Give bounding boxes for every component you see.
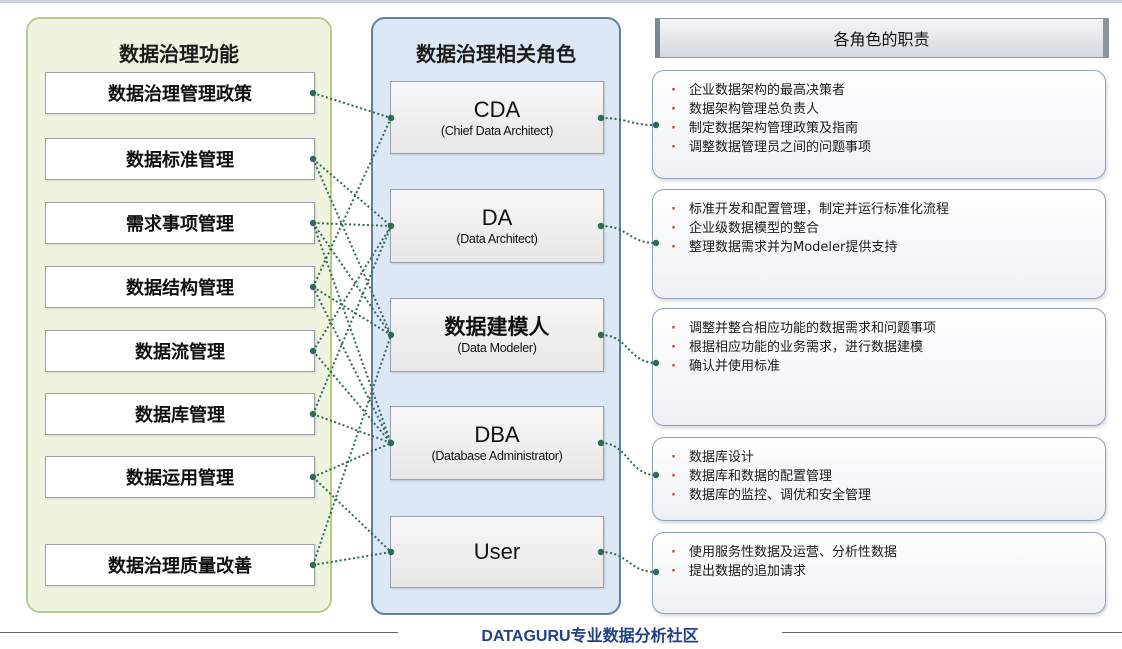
function-label: 数据运用管理 xyxy=(126,468,234,489)
top-border xyxy=(0,0,1122,3)
role-fullname: (Data Architect) xyxy=(456,232,538,246)
function-box-structure: 数据结构管理 xyxy=(45,266,315,308)
responsibility-item: 企业数据架构的最高决策者 xyxy=(671,81,1095,100)
responsibility-item: 数据库的监控、调优和安全管理 xyxy=(671,486,1095,505)
responsibility-item: 制定数据架构管理政策及指南 xyxy=(671,119,1095,138)
footer-text: DATAGURU专业数据分析社区 xyxy=(481,628,699,645)
responsibility-item: 标准开发和配置管理，制定并运行标准化流程 xyxy=(671,200,1095,219)
roles-title: 数据治理相关角色 xyxy=(416,42,576,66)
function-label: 需求事项管理 xyxy=(126,214,234,235)
responsibility-item: 调整数据管理员之间的问题事项 xyxy=(671,138,1095,157)
role-fullname: (Database Administrator) xyxy=(431,449,563,463)
role-name: User xyxy=(473,539,521,564)
role-box-user: User xyxy=(390,516,604,588)
responsibility-item: 调整并整合相应功能的数据需求和问题事项 xyxy=(671,319,1095,338)
function-box-usage: 数据运用管理 xyxy=(45,456,315,498)
function-box-quality: 数据治理质量改善 xyxy=(45,544,315,586)
function-box-requirement: 需求事项管理 xyxy=(45,202,315,244)
function-box-database: 数据库管理 xyxy=(45,393,315,435)
responsibility-item: 企业级数据模型的整合 xyxy=(671,219,1095,238)
function-label: 数据治理质量改善 xyxy=(108,556,252,577)
responsibility-item: 提出数据的追加请求 xyxy=(671,562,1095,581)
function-label: 数据标准管理 xyxy=(126,150,234,171)
role-box-da: DA (Data Architect) xyxy=(390,189,604,263)
role-fullname: (Chief Data Architect) xyxy=(440,123,554,138)
responsibility-box-user: 使用服务性数据及运营、分析性数据 提出数据的追加请求 xyxy=(652,532,1106,614)
function-label: 数据流管理 xyxy=(135,342,225,363)
role-name: DA xyxy=(481,205,513,230)
footer-divider-right xyxy=(782,632,1122,633)
responsibility-item: 数据库和数据的配置管理 xyxy=(671,467,1095,486)
responsibility-item: 根据相应功能的业务需求，进行数据建模 xyxy=(671,338,1095,357)
role-fullname: (Data Modeler) xyxy=(457,341,537,355)
role-box-modeler: 数据建模人 (Data Modeler) xyxy=(390,298,604,372)
responsibility-box-da: 标准开发和配置管理，制定并运行标准化流程 企业级数据模型的整合 整理数据需求并为… xyxy=(652,189,1106,299)
responsibilities-header: 各角色的职责 xyxy=(655,18,1109,58)
function-box-policy: 数据治理管理政策 xyxy=(45,72,315,114)
responsibility-item: 数据库设计 xyxy=(671,448,1095,467)
function-box-standard: 数据标准管理 xyxy=(45,138,315,180)
role-name: DBA xyxy=(474,422,520,447)
responsibility-item: 数据架构管理总负责人 xyxy=(671,100,1095,119)
role-box-cda: CDA (Chief Data Architect) xyxy=(390,81,604,154)
responsibility-item: 整理数据需求并为Modeler提供支持 xyxy=(671,238,1095,257)
function-label: 数据治理管理政策 xyxy=(108,84,252,105)
functions-title: 数据治理功能 xyxy=(119,42,239,66)
function-label: 数据库管理 xyxy=(135,405,225,426)
responsibility-item: 使用服务性数据及运营、分析性数据 xyxy=(671,543,1095,562)
responsibility-box-cda: 企业数据架构的最高决策者 数据架构管理总负责人 制定数据架构管理政策及指南 调整… xyxy=(652,70,1106,179)
function-label: 数据结构管理 xyxy=(126,278,234,299)
role-name: 数据建模人 xyxy=(444,314,550,339)
role-box-dba: DBA (Database Administrator) xyxy=(390,406,604,480)
footer-divider-left xyxy=(0,632,398,633)
responsibility-box-dba: 数据库设计 数据库和数据的配置管理 数据库的监控、调优和安全管理 xyxy=(652,437,1106,521)
role-name: CDA xyxy=(473,96,521,122)
responsibility-box-modeler: 调整并整合相应功能的数据需求和问题事项 根据相应功能的业务需求，进行数据建模 确… xyxy=(652,308,1106,426)
responsibility-item: 确认并使用标准 xyxy=(671,357,1095,376)
function-box-flow: 数据流管理 xyxy=(45,330,315,372)
